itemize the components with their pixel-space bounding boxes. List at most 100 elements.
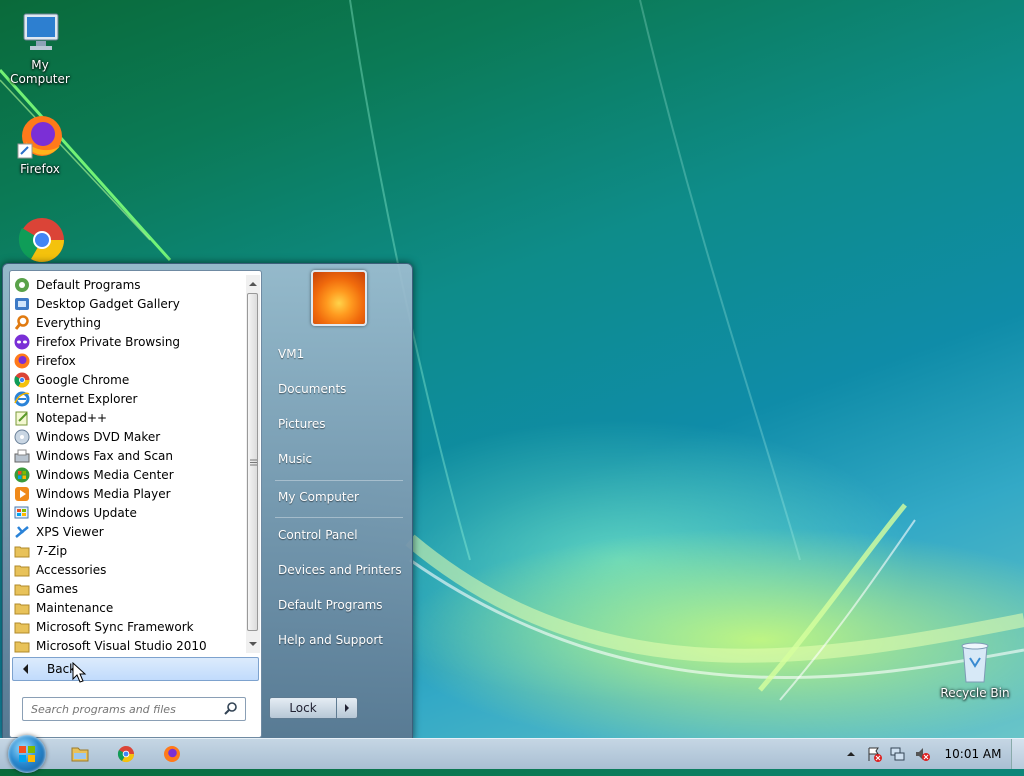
program-item-google-chrome[interactable]: Google Chrome: [10, 370, 246, 389]
program-label: Microsoft Sync Framework: [36, 619, 194, 634]
program-item-default-programs[interactable]: Default Programs: [10, 275, 246, 294]
program-label: Windows Fax and Scan: [36, 448, 174, 463]
program-folder-accessories[interactable]: Accessories: [10, 560, 246, 579]
start-menu: Default Programs Desktop Gadget Gallery …: [2, 263, 413, 740]
program-label: Firefox Private Browsing: [36, 334, 181, 349]
mouse-cursor: [72, 662, 87, 683]
show-hidden-icons-chevron[interactable]: [843, 746, 859, 762]
chrome-icon: [14, 372, 30, 388]
back-button[interactable]: Back: [12, 657, 259, 681]
firefox-icon: [16, 112, 64, 160]
program-label: Desktop Gadget Gallery: [36, 296, 180, 311]
lock-button[interactable]: Lock: [269, 697, 337, 719]
default-programs-icon: [14, 277, 30, 293]
program-folder-visual-studio[interactable]: Microsoft Visual Studio 2010: [10, 636, 246, 655]
grip-icon: [250, 459, 257, 466]
program-item-windows-dvd-maker[interactable]: Windows DVD Maker: [10, 427, 246, 446]
taskbar-file-explorer[interactable]: [60, 742, 100, 766]
search-icon[interactable]: [223, 701, 239, 717]
program-folder-games[interactable]: Games: [10, 579, 246, 598]
right-item-music[interactable]: Music: [271, 445, 408, 473]
program-label: Maintenance: [36, 600, 114, 615]
program-label: Everything: [36, 315, 101, 330]
firefox-private-icon: [14, 334, 30, 350]
windows-update-icon: [14, 505, 30, 521]
right-item-devices-printers[interactable]: Devices and Printers: [271, 556, 408, 584]
xps-viewer-icon: [14, 524, 30, 540]
right-item-pictures[interactable]: Pictures: [271, 410, 408, 438]
folder-icon: [14, 543, 30, 559]
action-center-flag-icon[interactable]: [866, 746, 882, 762]
volume-muted-icon[interactable]: [914, 746, 930, 762]
user-account-picture[interactable]: [311, 270, 367, 326]
program-label: Internet Explorer: [36, 391, 138, 406]
right-item-my-computer[interactable]: My Computer: [271, 483, 408, 511]
desktop-icon-label: Recycle Bin: [940, 686, 1010, 700]
dvd-maker-icon: [14, 429, 30, 445]
folder-icon: [14, 638, 30, 654]
scroll-down-arrow-icon[interactable]: [246, 637, 260, 651]
chrome-icon: [16, 216, 64, 264]
scroll-up-arrow-icon[interactable]: [246, 277, 260, 291]
desktop-icon-recycle-bin[interactable]: Recycle Bin: [935, 636, 1015, 700]
program-folder-maintenance[interactable]: Maintenance: [10, 598, 246, 617]
chrome-icon: [117, 746, 135, 763]
right-item-control-panel[interactable]: Control Panel: [271, 521, 408, 549]
scroll-thumb[interactable]: [247, 293, 258, 631]
program-label: Firefox: [36, 353, 76, 368]
program-item-windows-update[interactable]: Windows Update: [10, 503, 246, 522]
program-list-scrollbar[interactable]: [246, 275, 260, 653]
program-item-windows-fax-scan[interactable]: Windows Fax and Scan: [10, 446, 246, 465]
right-pane-divider: [275, 480, 403, 481]
program-label: Games: [36, 581, 78, 596]
program-item-desktop-gadget-gallery[interactable]: Desktop Gadget Gallery: [10, 294, 246, 313]
show-desktop-button[interactable]: [1011, 739, 1024, 769]
file-explorer-icon: [71, 747, 89, 762]
program-list: Default Programs Desktop Gadget Gallery …: [10, 275, 246, 655]
firefox-icon: [164, 746, 180, 762]
program-label: Google Chrome: [36, 372, 130, 387]
all-programs-pane: Default Programs Desktop Gadget Gallery …: [9, 270, 262, 738]
right-item-default-programs[interactable]: Default Programs: [271, 591, 408, 619]
program-item-firefox-private[interactable]: Firefox Private Browsing: [10, 332, 246, 351]
media-center-icon: [14, 467, 30, 483]
program-item-xps-viewer[interactable]: XPS Viewer: [10, 522, 246, 541]
program-item-firefox[interactable]: Firefox: [10, 351, 246, 370]
program-label: 7-Zip: [36, 543, 68, 558]
desktop-icon-chrome[interactable]: [0, 216, 80, 266]
program-label: Windows DVD Maker: [36, 429, 161, 444]
media-player-icon: [14, 486, 30, 502]
desktop-icon-my-computer[interactable]: My Computer: [0, 8, 80, 86]
network-icon[interactable]: [890, 746, 906, 762]
program-item-everything[interactable]: Everything: [10, 313, 246, 332]
folder-icon: [14, 581, 30, 597]
right-item-documents[interactable]: Documents: [271, 375, 408, 403]
recycle-bin-icon: [951, 636, 999, 684]
desktop-icon-firefox[interactable]: Firefox: [0, 112, 80, 176]
program-folder-7zip[interactable]: 7-Zip: [10, 541, 246, 560]
shutdown-options-button[interactable]: [336, 697, 358, 719]
program-label: Accessories: [36, 562, 107, 577]
program-item-notepad-plus[interactable]: Notepad++: [10, 408, 246, 427]
taskbar-firefox[interactable]: [152, 742, 192, 766]
internet-explorer-icon: [14, 391, 30, 407]
right-item-user-folder[interactable]: VM1: [271, 340, 408, 368]
program-item-internet-explorer[interactable]: Internet Explorer: [10, 389, 246, 408]
program-label: Windows Update: [36, 505, 137, 520]
search-input[interactable]: [29, 701, 223, 717]
right-item-help-support[interactable]: Help and Support: [271, 626, 408, 654]
start-button[interactable]: [8, 735, 46, 773]
program-label: Default Programs: [36, 277, 141, 292]
taskbar-chrome[interactable]: [106, 742, 146, 766]
notepad-plus-icon: [14, 410, 30, 426]
right-pane-divider: [275, 517, 403, 518]
back-arrow-icon: [23, 664, 28, 674]
folder-icon: [14, 562, 30, 578]
program-folder-sync-framework[interactable]: Microsoft Sync Framework: [10, 617, 246, 636]
system-clock[interactable]: 10:01 AM: [938, 739, 1008, 769]
program-label: XPS Viewer: [36, 524, 104, 539]
gadget-icon: [14, 296, 30, 312]
program-item-windows-media-center[interactable]: Windows Media Center: [10, 465, 246, 484]
search-box[interactable]: [22, 697, 246, 721]
program-item-windows-media-player[interactable]: Windows Media Player: [10, 484, 246, 503]
